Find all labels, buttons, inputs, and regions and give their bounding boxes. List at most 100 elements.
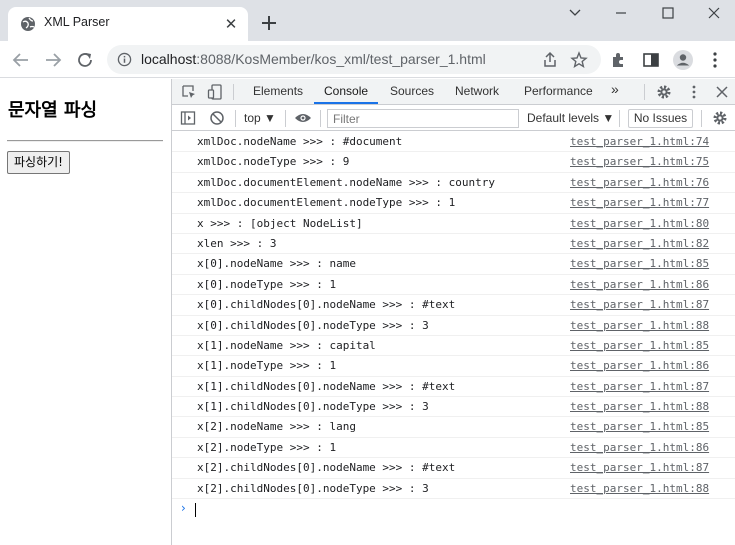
log-text: xmlDoc.nodeName >>> : #document <box>197 135 403 148</box>
more-tabs-icon[interactable]: » <box>611 81 619 97</box>
console-prompt[interactable]: › <box>172 500 735 520</box>
log-text: xlen >>> : 3 <box>197 236 277 250</box>
tab-title: XML Parser <box>44 15 110 29</box>
console-filter-input[interactable] <box>327 109 519 128</box>
tab-sources[interactable]: Sources <box>390 84 434 98</box>
tab-network[interactable]: Network <box>455 84 499 98</box>
log-source-link[interactable]: test_parser_1.html:88 <box>570 319 709 332</box>
log-text: x >>> : [object NodeList] <box>197 216 363 230</box>
log-text: x[2].nodeName >>> : lang <box>197 420 356 434</box>
log-source-link[interactable]: test_parser_1.html:85 <box>570 339 709 352</box>
log-text: x[0].nodeName >>> : name <box>197 257 356 271</box>
tab-close-icon[interactable]: ✕ <box>222 15 240 33</box>
log-source-link[interactable]: test_parser_1.html:87 <box>570 298 709 311</box>
globe-icon <box>21 17 35 31</box>
devtools-panel: Elements Console Sources Network Perform… <box>171 79 735 545</box>
back-icon[interactable] <box>10 49 32 71</box>
log-source-link[interactable]: test_parser_1.html:85 <box>570 420 709 433</box>
parse-button[interactable]: 파싱하기! <box>7 151 70 174</box>
browser-tab[interactable]: XML Parser ✕ <box>8 7 248 41</box>
log-text: x[1].nodeName >>> : capital <box>197 338 376 352</box>
log-text: x[0].childNodes[0].nodeType >>> : 3 <box>197 318 429 332</box>
inspect-element-icon[interactable] <box>181 84 197 100</box>
log-text: x[0].nodeType >>> : 1 <box>197 277 337 291</box>
log-source-link[interactable]: test_parser_1.html:88 <box>570 400 709 413</box>
tab-elements[interactable]: Elements <box>253 84 303 98</box>
reload-icon[interactable] <box>74 49 96 71</box>
address-bar[interactable]: localhost:8088/KosMember/kos_xml/test_pa… <box>107 45 601 74</box>
separator <box>233 84 234 100</box>
log-text: x[2].childNodes[0].nodeType >>> : 3 <box>197 481 429 495</box>
log-text: x[2].nodeType >>> : 1 <box>197 440 337 454</box>
info-icon[interactable] <box>117 52 132 67</box>
log-text: x[1].childNodes[0].nodeType >>> : 3 <box>197 400 429 414</box>
devtools-menu-icon[interactable] <box>686 84 702 100</box>
url-text: localhost:8088/KosMember/kos_xml/test_pa… <box>141 51 486 67</box>
device-toolbar-icon[interactable] <box>207 83 223 101</box>
profile-avatar-icon[interactable] <box>672 49 694 71</box>
log-source-link[interactable]: test_parser_1.html:74 <box>570 135 709 148</box>
issues-button[interactable]: No Issues <box>628 109 693 128</box>
page-viewport: 문자열 파싱 파싱하기! <box>0 79 171 545</box>
url-path: :8088/KosMember/kos_xml/test_parser_1.ht… <box>196 51 486 67</box>
console-settings-gear-icon[interactable] <box>712 110 728 126</box>
separator <box>619 110 620 127</box>
log-source-link[interactable]: test_parser_1.html:86 <box>570 359 709 372</box>
console-message: x[0].nodeName >>> : name test_parser_1.ht… <box>172 254 735 275</box>
log-source-link[interactable]: test_parser_1.html:75 <box>570 155 709 168</box>
console-message: x[0].childNodes[0].nodeType >>> : 3 test_… <box>172 316 735 336</box>
console-toolbar: top ▼ Default levels ▼ No Issues <box>172 106 735 131</box>
sidebar-toggle-icon[interactable] <box>180 110 196 126</box>
separator <box>320 110 321 127</box>
console-message: xmlDoc.documentElement.nodeName >>> : co… <box>172 173 735 194</box>
bookmark-star-icon[interactable] <box>570 51 588 69</box>
console-message: xlen >>> : 3 test_parser_1.html:82 <box>172 234 735 255</box>
separator <box>701 110 702 127</box>
separator <box>235 110 236 127</box>
log-source-link[interactable]: test_parser_1.html:80 <box>570 217 709 230</box>
close-devtools-icon[interactable] <box>714 84 730 100</box>
console-message: x[1].nodeName >>> : capital test_parser_1… <box>172 336 735 357</box>
page-heading: 문자열 파싱 <box>8 100 98 121</box>
log-levels-dropdown[interactable]: Default levels ▼ <box>527 111 614 125</box>
share-icon[interactable] <box>541 51 559 69</box>
log-source-link[interactable]: test_parser_1.html:82 <box>570 237 709 250</box>
console-message: x[0].childNodes[0].nodeName >>> : #text t… <box>172 295 735 316</box>
browser-titlebar: XML Parser ✕ <box>0 0 735 41</box>
console-message: x[1].childNodes[0].nodeType >>> : 3 test_… <box>172 397 735 418</box>
tab-performance[interactable]: Performance <box>524 84 593 98</box>
close-window-icon[interactable] <box>690 0 735 28</box>
browser-toolbar: localhost:8088/KosMember/kos_xml/test_pa… <box>0 41 735 78</box>
extensions-icon[interactable] <box>608 49 630 71</box>
log-source-link[interactable]: test_parser_1.html:88 <box>570 482 709 495</box>
console-message: x[2].nodeType >>> : 1 test_parser_1.html:… <box>172 438 735 459</box>
log-source-link[interactable]: test_parser_1.html:86 <box>570 278 709 291</box>
tab-search-icon[interactable] <box>552 0 598 28</box>
eye-icon[interactable] <box>294 111 312 125</box>
url-host: localhost <box>141 51 197 67</box>
console-message: x[2].childNodes[0].nodeName >>> : #text t… <box>172 458 735 479</box>
minimize-icon[interactable] <box>598 0 644 28</box>
text-caret <box>195 503 196 517</box>
side-panel-icon[interactable] <box>640 49 662 71</box>
log-text: x[2].childNodes[0].nodeName >>> : #text <box>197 461 456 475</box>
separator <box>285 110 286 127</box>
forward-icon[interactable] <box>42 49 64 71</box>
new-tab-icon[interactable] <box>258 12 280 34</box>
clear-console-icon[interactable] <box>209 110 225 126</box>
tab-console[interactable]: Console <box>324 84 368 98</box>
maximize-icon[interactable] <box>644 0 690 28</box>
log-source-link[interactable]: test_parser_1.html:87 <box>570 380 709 393</box>
log-source-link[interactable]: test_parser_1.html:76 <box>570 176 709 189</box>
log-source-link[interactable]: test_parser_1.html:77 <box>570 196 709 209</box>
settings-gear-icon[interactable] <box>656 84 672 100</box>
context-selector[interactable]: top ▼ <box>244 111 276 125</box>
log-source-link[interactable]: test_parser_1.html:85 <box>570 257 709 270</box>
menu-kebab-icon[interactable] <box>704 49 726 71</box>
log-source-link[interactable]: test_parser_1.html:87 <box>570 461 709 474</box>
active-tab-indicator <box>314 102 378 104</box>
log-source-link[interactable]: test_parser_1.html:86 <box>570 441 709 454</box>
console-message: xmlDoc.nodeType >>> : 9 test_parser_1.htm… <box>172 152 735 173</box>
console-messages: xmlDoc.nodeName >>> : #document test_pars… <box>172 132 735 500</box>
log-text: x[0].childNodes[0].nodeName >>> : #text <box>197 298 456 312</box>
